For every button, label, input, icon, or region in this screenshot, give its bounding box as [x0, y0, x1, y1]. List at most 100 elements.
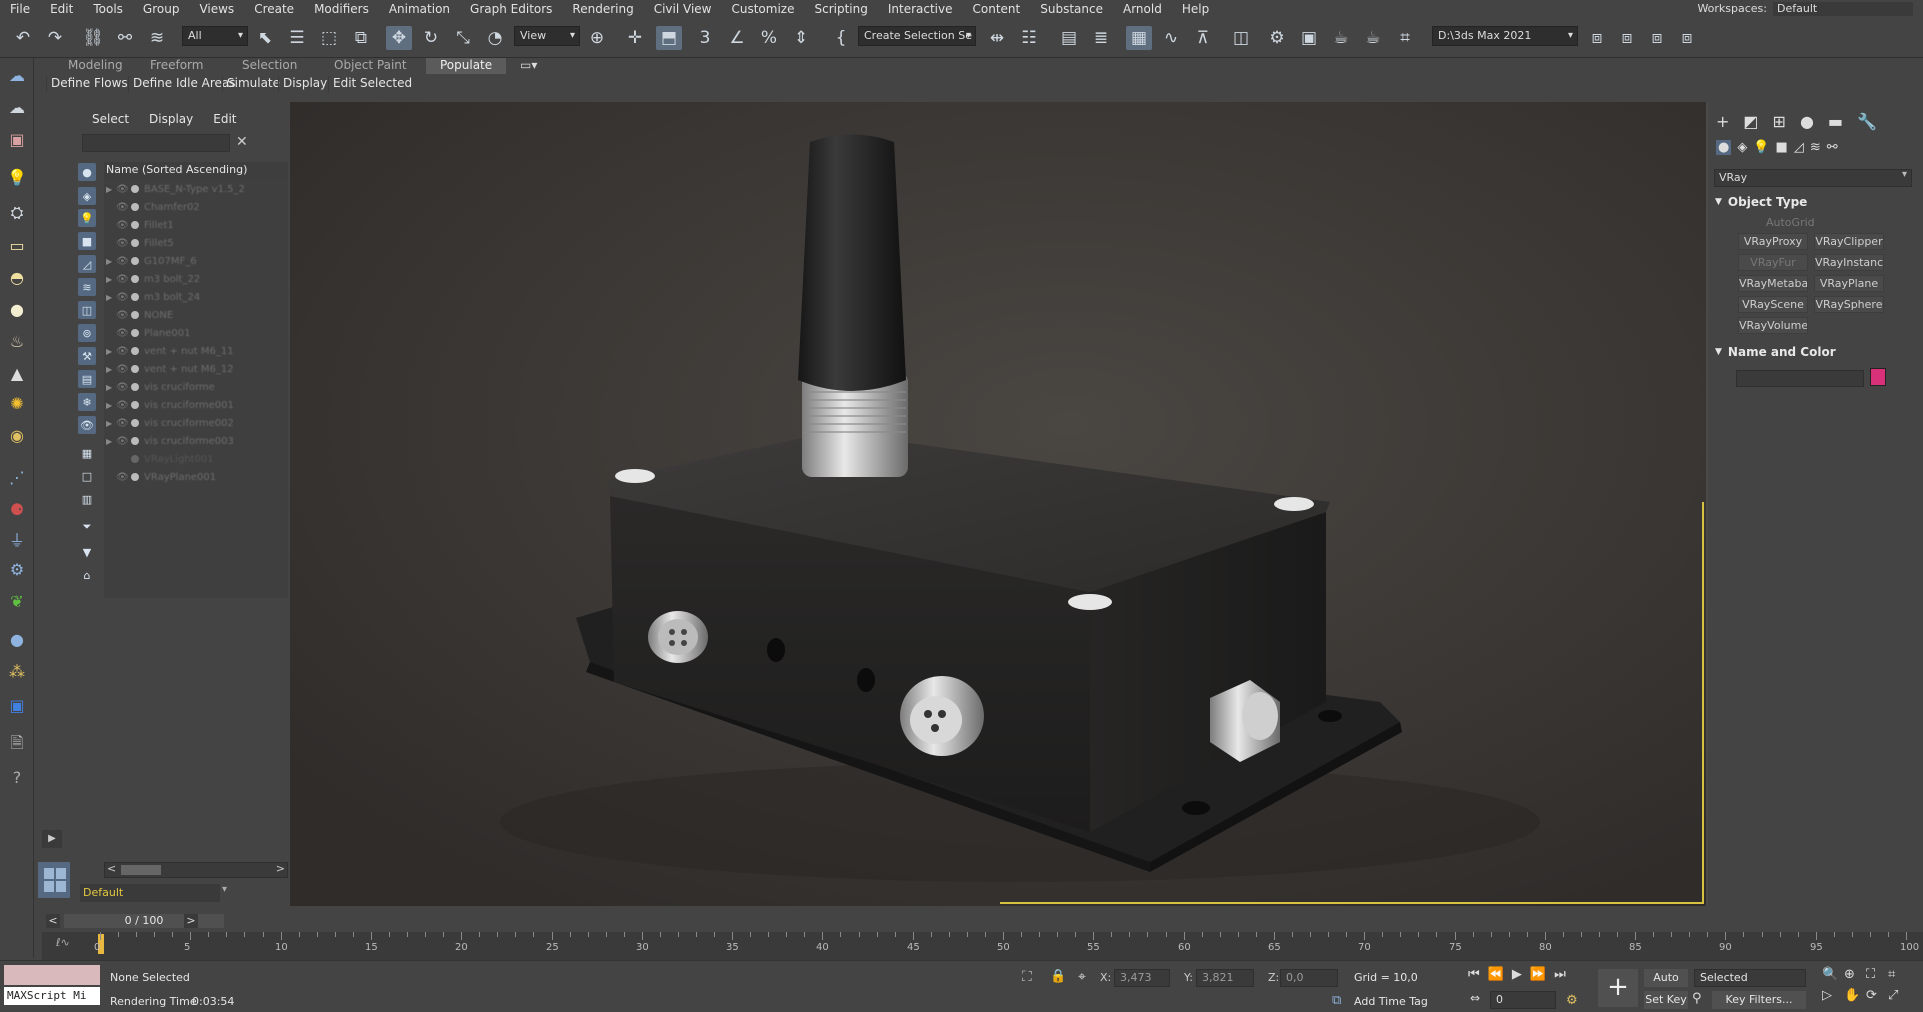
- current-frame-field[interactable]: 0: [1490, 991, 1556, 1009]
- zoom-extents-all-icon[interactable]: ⌗: [1888, 967, 1910, 982]
- render-production-icon[interactable]: ☕: [1328, 26, 1354, 50]
- pan-icon[interactable]: ✋: [1844, 988, 1866, 1003]
- cloud-icon[interactable]: ☁: [6, 96, 28, 118]
- tree-row[interactable]: ▶ 👁 m3 bolt_24: [106, 288, 286, 306]
- filter-funnel-icon[interactable]: ▼: [78, 543, 96, 561]
- isolate-selection-icon[interactable]: ⛶: [1022, 969, 1032, 985]
- tree-row[interactable]: 👁 VRayPlane001: [106, 468, 286, 486]
- utilities-tab-icon[interactable]: 🔧: [1857, 112, 1877, 131]
- open-explorer-icon[interactable]: ⧈: [1584, 26, 1610, 50]
- display-bones-icon[interactable]: ⚒: [78, 347, 96, 365]
- time-config-arrows-icon[interactable]: ⇔: [1470, 991, 1480, 1005]
- link-icon[interactable]: ⛓: [80, 26, 106, 50]
- vray-fur-icon[interactable]: ⋰: [6, 466, 28, 488]
- frame-counter[interactable]: 0 / 100: [64, 914, 224, 928]
- display-helpers-icon[interactable]: ◿: [78, 255, 96, 273]
- tree-row[interactable]: ▶ 👁 BASE_N-Type v1.5_2: [106, 180, 286, 198]
- snaps-toggle-icon[interactable]: 3: [692, 26, 718, 50]
- menu-scripting[interactable]: Scripting: [804, 2, 877, 16]
- selection-filter-dropdown[interactable]: All: [182, 26, 248, 46]
- play-icon[interactable]: ▶: [1512, 967, 1522, 982]
- rectangular-selection-icon[interactable]: ⬚: [316, 26, 342, 50]
- tree-row[interactable]: 👁 NONE: [106, 306, 286, 324]
- menu-interactive[interactable]: Interactive: [878, 2, 963, 16]
- display-button[interactable]: Display: [278, 76, 327, 92]
- move-icon[interactable]: ✥: [386, 26, 412, 50]
- sphere-light-icon[interactable]: ●: [6, 298, 28, 320]
- toggle-layer-explorer-icon[interactable]: ≣: [1088, 26, 1114, 50]
- open-explorer-3-icon[interactable]: ⧈: [1644, 26, 1670, 50]
- set-key-big-icon[interactable]: +: [1598, 969, 1638, 1007]
- light-icon[interactable]: 💡: [6, 166, 28, 188]
- z-coordinate-field[interactable]: 0,0: [1280, 969, 1338, 987]
- create-tab-icon[interactable]: +: [1716, 112, 1729, 131]
- zoom-all-icon[interactable]: ⊕: [1844, 967, 1866, 982]
- explorer-column-header[interactable]: Name (Sorted Ascending): [104, 162, 288, 178]
- vray-plant-icon[interactable]: ❦: [6, 590, 28, 612]
- object-color-swatch[interactable]: [1870, 368, 1886, 386]
- display-geometry-icon[interactable]: ●: [78, 163, 96, 181]
- go-to-end-icon[interactable]: ⏭: [1554, 967, 1566, 982]
- tab-selection[interactable]: Selection: [242, 58, 297, 74]
- keyboard-shortcut-override-icon[interactable]: ⬒: [656, 26, 682, 50]
- tree-row[interactable]: ▶ 👁 vent + nut M6_12: [106, 360, 286, 378]
- scroll-thumb[interactable]: [121, 865, 161, 875]
- reference-coordinate-dropdown[interactable]: View: [514, 26, 580, 46]
- plane-icon[interactable]: ▭: [6, 234, 28, 256]
- next-key-icon[interactable]: ⏩: [1530, 967, 1546, 982]
- y-coordinate-field[interactable]: 3,821: [1196, 969, 1254, 987]
- helper-icon[interactable]: ⛭: [6, 202, 28, 224]
- auto-key-button[interactable]: Auto Key: [1644, 969, 1688, 1002]
- mirror-icon[interactable]: ⇹: [984, 26, 1010, 50]
- undo-icon[interactable]: ↶: [10, 26, 36, 50]
- vrayinstancer-button[interactable]: VRayInstancer: [1814, 254, 1884, 271]
- display-frozen-icon[interactable]: ❄: [78, 393, 96, 411]
- viewport-layout-icon[interactable]: [38, 862, 72, 898]
- display-none-icon[interactable]: □: [78, 467, 96, 485]
- maxscript-listener-top[interactable]: [4, 965, 100, 985]
- next-frame-icon[interactable]: >: [184, 914, 198, 928]
- perspective-viewport[interactable]: [290, 102, 1708, 906]
- display-invert-icon[interactable]: ▥: [78, 490, 96, 508]
- material-editor-icon[interactable]: ◫: [1228, 26, 1254, 50]
- display-lights-icon[interactable]: 💡: [78, 209, 96, 227]
- scale-icon[interactable]: ⤡: [450, 26, 476, 50]
- define-flows-button[interactable]: Define Flows: [46, 76, 128, 92]
- shapes-category-icon[interactable]: ◈: [1737, 140, 1747, 155]
- render-frame-icon[interactable]: ▣: [6, 128, 28, 150]
- file-icon[interactable]: 🗎: [6, 733, 28, 756]
- named-selection-set-dropdown[interactable]: Create Selection Se: [858, 26, 976, 46]
- edit-selected-button[interactable]: Edit Selected: [328, 76, 412, 92]
- key-filters-button[interactable]: Key Filters...: [1712, 991, 1806, 1009]
- vrayclipper-button[interactable]: VRayClipper: [1814, 233, 1884, 250]
- open-explorer-2-icon[interactable]: ⧈: [1614, 26, 1640, 50]
- viewport-navigation-icon[interactable]: ☁: [6, 64, 28, 86]
- explorer-menu-display[interactable]: Display: [149, 112, 193, 126]
- layer-dropdown-arrow-icon[interactable]: ▾: [222, 884, 227, 895]
- menu-content[interactable]: Content: [963, 2, 1031, 16]
- geometry-category-icon[interactable]: ●: [1716, 140, 1732, 155]
- tree-row[interactable]: VRayLight001: [106, 450, 286, 468]
- display-cameras-icon[interactable]: ■: [78, 232, 96, 250]
- align-icon[interactable]: ☷: [1016, 26, 1042, 50]
- tree-row[interactable]: 👁 Fillet5: [106, 234, 286, 252]
- lights-category-icon[interactable]: 💡: [1753, 140, 1769, 155]
- filter-icon[interactable]: ⏷: [78, 518, 96, 536]
- time-slider[interactable]: < 0 / 100 >: [42, 912, 1923, 932]
- define-idle-areas-button[interactable]: Define Idle Areas: [128, 76, 236, 92]
- vraysphere-button[interactable]: VRaySphere: [1814, 296, 1884, 313]
- menu-substance[interactable]: Substance: [1030, 2, 1113, 16]
- tree-row[interactable]: ▶ 👁 vis cruciforme002: [106, 414, 286, 432]
- vray-settings-icon[interactable]: ⚙: [6, 558, 28, 580]
- tree-row[interactable]: 👁 Plane001: [106, 324, 286, 342]
- select-by-name-icon[interactable]: ☰: [284, 26, 310, 50]
- vrayfur-button[interactable]: VRayFur: [1738, 254, 1808, 271]
- percent-snap-icon[interactable]: %: [756, 26, 782, 50]
- curve-editor-mini-icon[interactable]: ℓ∿: [56, 936, 70, 949]
- display-hidden-icon[interactable]: 👁: [78, 416, 96, 434]
- object-category-dropdown[interactable]: VRay: [1714, 169, 1912, 187]
- tab-freeform[interactable]: Freeform: [150, 58, 203, 74]
- display-tab-icon[interactable]: ▬: [1828, 112, 1843, 131]
- simulate-button[interactable]: Simulate: [222, 76, 280, 92]
- vray-proxy-icon[interactable]: ⚈: [6, 498, 28, 520]
